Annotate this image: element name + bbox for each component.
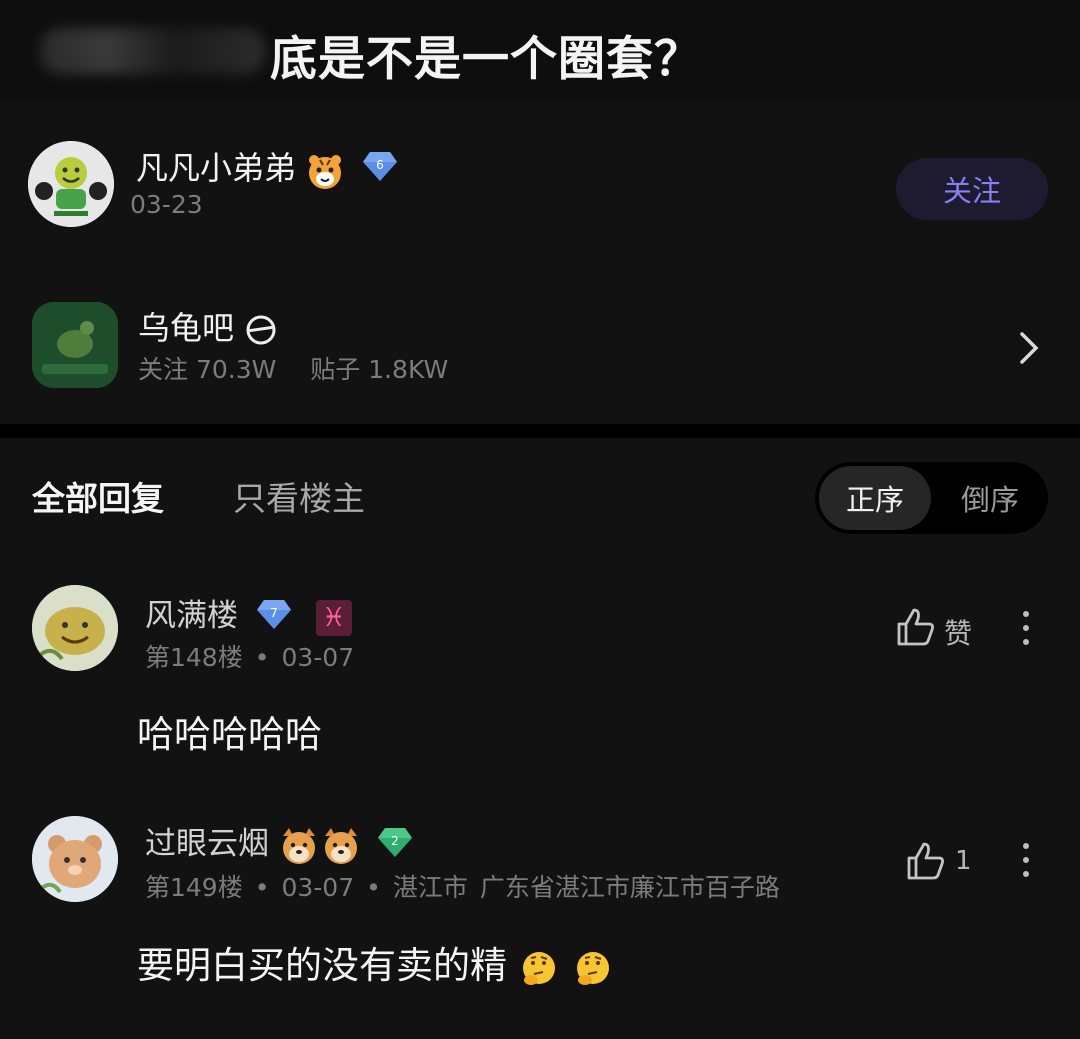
thumbs-up-icon[interactable] bbox=[895, 606, 937, 652]
more-options-icon[interactable] bbox=[1018, 840, 1034, 884]
tab-op-only[interactable]: 只看楼主 bbox=[233, 472, 365, 520]
reply-date: 03-07 bbox=[281, 873, 355, 902]
forum-name-text: 乌龟吧 bbox=[138, 309, 235, 347]
separator-dot: • bbox=[366, 873, 381, 902]
avatar[interactable] bbox=[32, 585, 118, 671]
reply-floor: 第149楼 bbox=[145, 873, 243, 902]
avatar[interactable] bbox=[32, 816, 118, 902]
reply-location-city: 湛江市 bbox=[392, 873, 468, 902]
reply-author[interactable]: 过眼云烟 2 bbox=[145, 818, 413, 866]
thinking-face-emoji-icon bbox=[519, 944, 615, 987]
chevron-right-icon[interactable] bbox=[1014, 330, 1044, 366]
like-label[interactable]: 赞 bbox=[944, 612, 972, 652]
post-title: 底是不是一个圈套？ bbox=[270, 32, 702, 87]
sort-descending-button[interactable]: 倒序 bbox=[935, 466, 1045, 530]
reply-floor: 第148楼 bbox=[145, 643, 243, 672]
forum-stats: 关注 70.3W 贴子 1.8KW bbox=[138, 350, 448, 386]
forum-icon[interactable] bbox=[32, 302, 118, 388]
svg-text:6: 6 bbox=[377, 158, 385, 172]
more-options-icon[interactable] bbox=[1018, 608, 1034, 652]
sort-ascending-button[interactable]: 正序 bbox=[819, 466, 931, 530]
like-count: 1 bbox=[955, 846, 972, 876]
reply-content-text: 要明白买的没有卖的精 bbox=[137, 944, 507, 987]
doge-emoji-icon bbox=[279, 826, 369, 864]
planet-icon bbox=[244, 309, 278, 347]
reply-meta: 第148楼 • 03-07 bbox=[145, 638, 354, 674]
svg-text:7: 7 bbox=[270, 606, 278, 620]
forum-posts: 贴子 1.8KW bbox=[310, 355, 449, 384]
reply-author-name: 风满楼 bbox=[145, 598, 238, 634]
thumbs-up-icon[interactable] bbox=[905, 840, 947, 886]
reply-author-name: 过眼云烟 bbox=[145, 826, 269, 862]
author-name[interactable]: 凡凡小弟弟 6 bbox=[136, 143, 398, 190]
reply-author[interactable]: 风满楼 7 ♓ bbox=[145, 590, 352, 638]
separator-dot: • bbox=[254, 873, 270, 902]
tab-all-replies[interactable]: 全部回复 bbox=[32, 472, 164, 520]
post-date: 03-23 bbox=[130, 190, 203, 219]
follow-button[interactable]: 关注 bbox=[896, 158, 1048, 220]
title-blurred-start bbox=[40, 28, 265, 74]
reply-date: 03-07 bbox=[281, 643, 355, 672]
reply-content: 哈哈哈哈哈 bbox=[137, 713, 322, 756]
pisces-zodiac-icon: ♓ bbox=[315, 599, 352, 636]
separator-dot: • bbox=[254, 643, 270, 672]
level-gem-icon: 7 bbox=[256, 598, 292, 638]
level-gem-icon: 6 bbox=[362, 150, 398, 190]
level-gem-icon: 2 bbox=[377, 826, 413, 866]
tiger-emoji-icon bbox=[306, 151, 344, 190]
forum-name[interactable]: 乌龟吧 bbox=[138, 303, 278, 349]
author-avatar[interactable] bbox=[28, 141, 114, 227]
forum-followers: 关注 70.3W bbox=[138, 355, 277, 384]
section-divider bbox=[0, 424, 1080, 438]
reply-content: 要明白买的没有卖的精 bbox=[137, 935, 615, 989]
reply-meta: 第149楼 • 03-07 • 湛江市 广东省湛江市廉江市百子路 bbox=[145, 868, 780, 904]
author-name-text: 凡凡小弟弟 bbox=[136, 149, 297, 187]
svg-text:2: 2 bbox=[391, 834, 399, 848]
reply-location-detail: 广东省湛江市廉江市百子路 bbox=[479, 873, 780, 902]
